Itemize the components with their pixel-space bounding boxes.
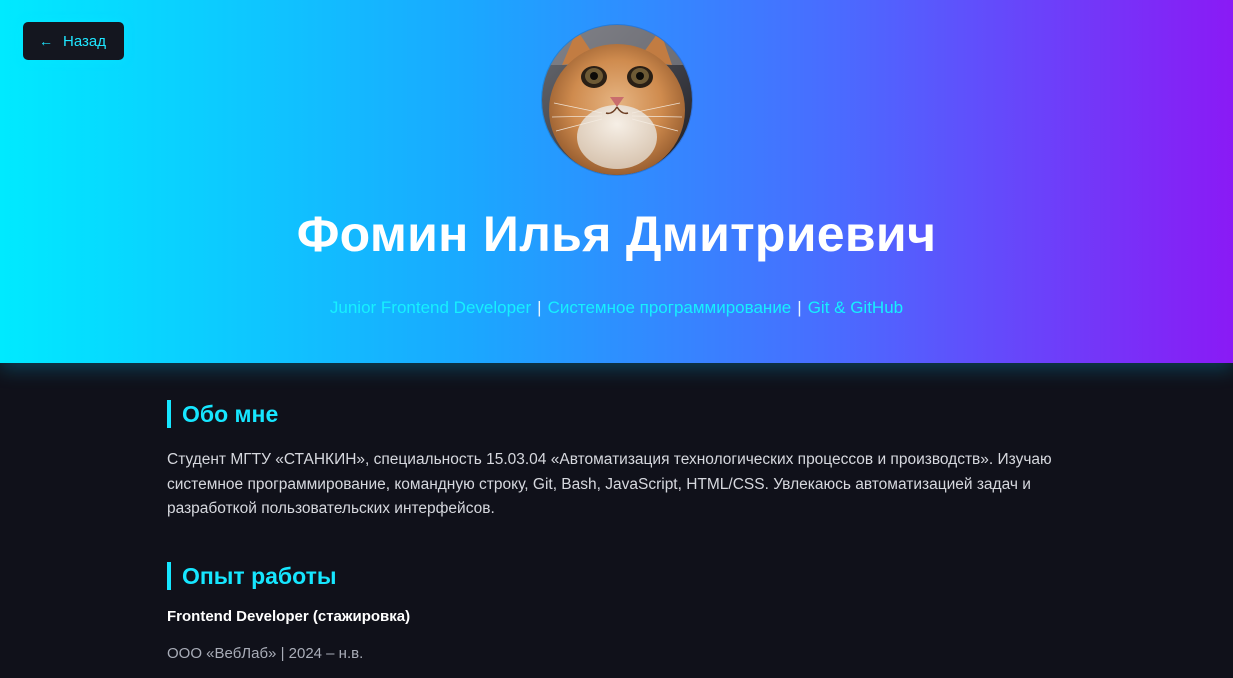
about-title: Обо мне (167, 400, 1067, 428)
experience-section: Опыт работы Frontend Developer (стажиров… (167, 561, 1067, 662)
back-button-label: Назад (63, 32, 106, 50)
about-text: Студент МГТУ «СТАНКИН», специальность 15… (167, 451, 1052, 517)
about-section: Обо мне Студент МГТУ «СТАНКИН», специаль… (167, 400, 1067, 522)
profile-subtitle: Junior Frontend Developer | Системное прог… (0, 298, 1233, 318)
subtitle-skill: Системное программирование (547, 298, 792, 317)
subtitle-separator: | (537, 298, 542, 317)
experience-title: Опыт работы (167, 561, 1067, 590)
back-button[interactable]: ← Назад (23, 22, 124, 60)
job-role: Frontend Developer (стажировка) (167, 607, 411, 625)
subtitle-tools: Git & GitHub (807, 298, 904, 317)
avatar (542, 25, 692, 175)
subtitle-role: Junior Frontend Developer (329, 298, 532, 317)
cat-photo (542, 25, 692, 175)
arrow-left-icon: ← (39, 33, 53, 49)
profile-header: ← Назад Фомин Илья Дмитриевич Junior Fro… (0, 0, 1233, 363)
profile-content: Обо мне Студент МГТУ «СТАНКИН», специаль… (167, 400, 1067, 662)
page-title: Фомин Илья Дмитриевич (296, 206, 937, 262)
job-meta: ООО «ВебЛаб» | 2024 – н.в. (167, 644, 364, 662)
subtitle-separator: | (797, 298, 802, 317)
